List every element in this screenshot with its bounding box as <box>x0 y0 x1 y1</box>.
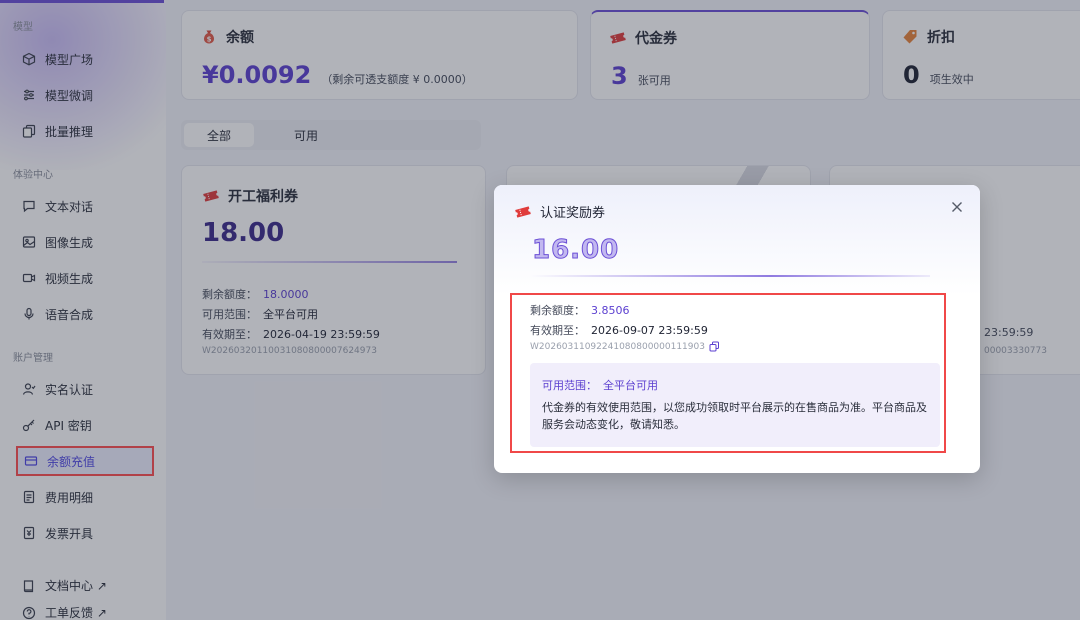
ticket-icon <box>514 203 532 221</box>
modal-title-label: 认证奖励券 <box>540 206 606 221</box>
remaining-label: 剩余额度： <box>530 304 585 317</box>
expiry-label: 有效期至： <box>530 324 585 337</box>
modal-title: 认证奖励券 <box>514 202 605 221</box>
modal-remaining: 剩余额度： 3.8506 <box>530 302 630 318</box>
modal-expiry: 有效期至： 2026-09-07 23:59:59 <box>530 322 708 338</box>
expiry-value: 2026-09-07 23:59:59 <box>591 324 708 337</box>
modal-voucher-amount: 16.00 <box>531 235 620 266</box>
scope-info-box: 可用范围： 全平台可用 代金券的有效使用范围，以您成功领取时平台展示的在售商品为准… <box>530 363 940 447</box>
voucher-code-text: W20260311092241080800000111903 <box>530 341 705 352</box>
remaining-value: 3.8506 <box>591 304 630 317</box>
scope-label: 可用范围： <box>542 379 597 392</box>
modal-amount-divider <box>530 275 930 277</box>
scope-description: 代金券的有效使用范围，以您成功领取时平台展示的在售商品为准。平台商品及服务会动态… <box>542 401 927 431</box>
close-button[interactable] <box>949 199 965 215</box>
close-icon <box>951 201 963 213</box>
scope-title: 可用范围： 全平台可用 <box>542 377 658 393</box>
copy-icon[interactable] <box>709 341 720 352</box>
voucher-detail-modal: 认证奖励券 16.00 剩余额度： 3.8506 有效期至： 2026-09-07 … <box>494 185 980 473</box>
scope-value: 全平台可用 <box>603 379 658 392</box>
modal-voucher-code: W20260311092241080800000111903 <box>530 341 720 352</box>
